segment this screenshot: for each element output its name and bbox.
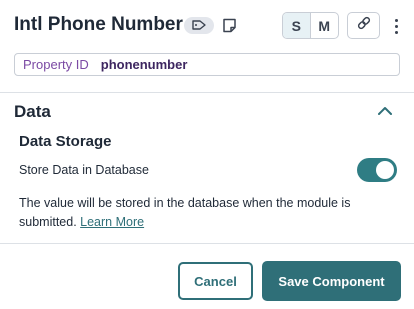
panel-header: Intl Phone Number S M xyxy=(0,0,414,50)
toggle-knob xyxy=(376,161,394,179)
size-toggle: S M xyxy=(282,12,339,39)
save-component-button[interactable]: Save Component xyxy=(262,261,401,301)
section-title-data[interactable]: Data xyxy=(14,102,51,122)
property-id-label: Property ID xyxy=(23,57,89,72)
help-text: The value will be stored in the database… xyxy=(19,194,399,232)
tag-button[interactable] xyxy=(184,17,214,34)
help-text-body: The value will be stored in the database… xyxy=(19,196,351,229)
note-icon[interactable] xyxy=(221,16,237,34)
tag-icon xyxy=(192,17,206,35)
store-data-label: Store Data in Database xyxy=(19,163,149,177)
link-button[interactable] xyxy=(347,12,380,39)
learn-more-link[interactable]: Learn More xyxy=(80,215,144,229)
chevron-up-icon[interactable] xyxy=(376,104,394,118)
data-storage-heading: Data Storage xyxy=(19,133,112,150)
more-vertical-icon[interactable] xyxy=(389,14,403,38)
size-option-s[interactable]: S xyxy=(283,13,311,38)
store-data-toggle[interactable] xyxy=(357,158,397,182)
property-id-field[interactable]: Property ID phonenumber xyxy=(14,53,400,76)
link-icon xyxy=(356,15,372,36)
component-title: Intl Phone Number xyxy=(14,14,183,35)
kebab-dot xyxy=(394,18,398,22)
cancel-button[interactable]: Cancel xyxy=(178,262,253,300)
size-option-m[interactable]: M xyxy=(311,13,339,38)
kebab-dot xyxy=(394,24,398,28)
footer-divider xyxy=(0,243,414,244)
property-id-value: phonenumber xyxy=(100,57,188,72)
section-divider xyxy=(0,92,414,93)
kebab-dot xyxy=(394,30,398,34)
